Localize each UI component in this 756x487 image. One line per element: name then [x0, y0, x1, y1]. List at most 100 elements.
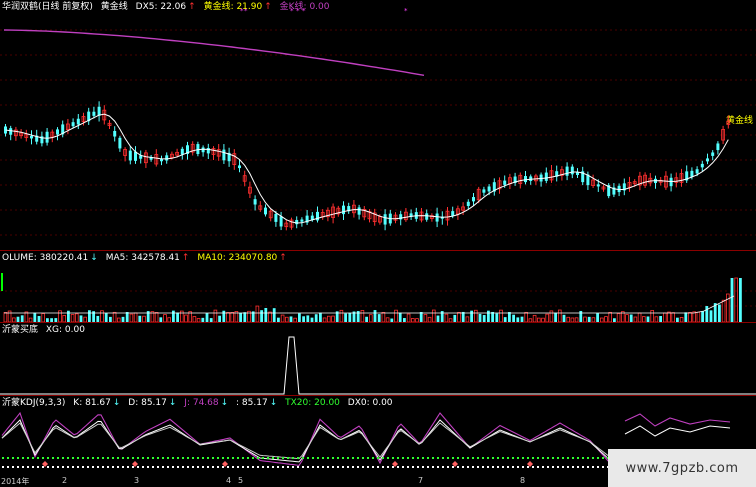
volume-bar: [260, 310, 263, 322]
volume-bar: [243, 312, 247, 322]
volume-bar: [163, 314, 167, 322]
date-label-6: 8: [520, 476, 526, 485]
volume-bar: [554, 312, 557, 322]
candle-body: [71, 122, 75, 127]
date-label-0: 2014年: [1, 477, 30, 486]
candle-body: [524, 176, 527, 183]
candle-body: [482, 189, 486, 193]
down-arrow-icon: ↓: [112, 398, 121, 408]
candle-body: [695, 169, 699, 174]
candle-body: [180, 148, 184, 155]
volume-bar: [461, 311, 465, 322]
candle-body: [118, 137, 122, 149]
candle-body: [544, 172, 548, 181]
candle-body: [487, 186, 491, 192]
volume-bar: [616, 313, 621, 322]
volume-bar: [100, 310, 104, 322]
signal-label: 沂蒙买底: [2, 325, 39, 335]
volume-bar: [373, 310, 377, 322]
candle-body: [92, 111, 96, 116]
volume-bar: [608, 311, 612, 322]
price-pane[interactable]: 华润双鹤(日线 前复权) 黄金线 DX5: 22.06 ↑ 黄金线: 21.90 ↑…: [0, 0, 756, 250]
candle-body: [700, 163, 704, 168]
ma10-value: MA10: 234070.80: [197, 253, 278, 263]
volume-bar: [255, 305, 260, 322]
candle-body: [451, 211, 455, 216]
candlestick-chart[interactable]: * * * * * *: [0, 0, 756, 250]
candle-body: [45, 131, 49, 143]
dx0-value: DX0: 0.00: [347, 398, 393, 408]
volume-bar: [512, 314, 515, 322]
volume-bar: [226, 312, 230, 322]
volume-bar: [298, 313, 301, 322]
kdj-header: 沂蒙KDJ(9,3,3) K: 81.67 ↓ D: 85.17 ↓ J: 74.6…: [2, 398, 398, 409]
candle-body: [357, 207, 361, 215]
long-ma-line: [3, 29, 425, 76]
volume-bar: [154, 312, 159, 322]
candle-body: [503, 180, 507, 185]
volume-bar: [381, 311, 386, 322]
dx5-value: DX5: 22.06: [135, 2, 187, 12]
k-value: K: 81.67: [73, 398, 111, 408]
volume-bar: [184, 314, 188, 322]
volume-bar: [684, 312, 688, 322]
volume-bar: [696, 311, 701, 322]
candle-body: [113, 130, 117, 137]
candle-body: [711, 152, 715, 156]
candle-body: [472, 197, 475, 202]
candle-body: [76, 118, 80, 125]
tx20-value: TX20: 20.00: [285, 398, 340, 408]
volume-bar: [20, 315, 24, 322]
volume-bar: [75, 313, 79, 322]
volume-bar: [360, 310, 365, 322]
volume-bar: [721, 299, 726, 322]
volume-bar: [491, 311, 494, 322]
volume-bar: [112, 311, 117, 322]
candle-body: [310, 215, 314, 220]
volume-bar: [431, 309, 436, 322]
volume-bar: [129, 313, 134, 322]
volume-bar: [650, 310, 654, 322]
signal-chart[interactable]: [0, 323, 756, 395]
d-line: [1, 422, 612, 460]
volume-bar: [239, 312, 242, 322]
volume-bar: [33, 312, 37, 322]
candle-body: [295, 219, 299, 225]
kdj-label: 沂蒙KDJ(9,3,3): [2, 398, 66, 408]
volume-bar: [104, 313, 108, 322]
volume-bar: [88, 310, 91, 322]
date-label-2: 3: [134, 476, 140, 485]
volume-bar: [730, 278, 734, 322]
volume-bar: [3, 312, 8, 322]
candle-body: [253, 199, 257, 205]
volume-bar: [24, 311, 29, 322]
volume-bar: [545, 313, 549, 322]
candle-body: [165, 155, 169, 161]
volume-bar: [314, 314, 318, 322]
volume-bar: [625, 314, 629, 322]
volume-bar: [423, 314, 428, 322]
signal-line: [0, 336, 756, 395]
volume-pane[interactable]: OLUME: 380220.41 ↓ MA5: 342578.41 ↑ MA10: …: [0, 251, 756, 322]
volume-bar: [637, 312, 642, 322]
volume-bar: [264, 307, 268, 322]
moving-average-line: [5, 113, 729, 224]
candle-body: [383, 214, 387, 225]
volume-bar: [739, 278, 742, 322]
candle-body: [56, 129, 59, 135]
k-line: [1, 419, 612, 463]
volume-bar: [368, 314, 373, 322]
volume-ma-line: [4, 295, 735, 314]
down-arrow-icon: ↓: [90, 253, 98, 263]
volume-header: OLUME: 380220.41 ↓ MA5: 342578.41 ↑ MA10: …: [2, 253, 292, 264]
date-label-5: 7: [418, 476, 424, 485]
date-label-1: 2: [62, 476, 68, 485]
volume-bar: [499, 309, 503, 322]
signal-pane[interactable]: 沂蒙买底 XG: 0.00: [0, 323, 756, 395]
volume-bar: [718, 304, 721, 322]
volume-bar: [280, 314, 285, 322]
volume-bar: [230, 312, 235, 322]
candle-body: [279, 216, 283, 227]
candle-body: [238, 165, 241, 169]
volume-bar: [272, 308, 276, 322]
